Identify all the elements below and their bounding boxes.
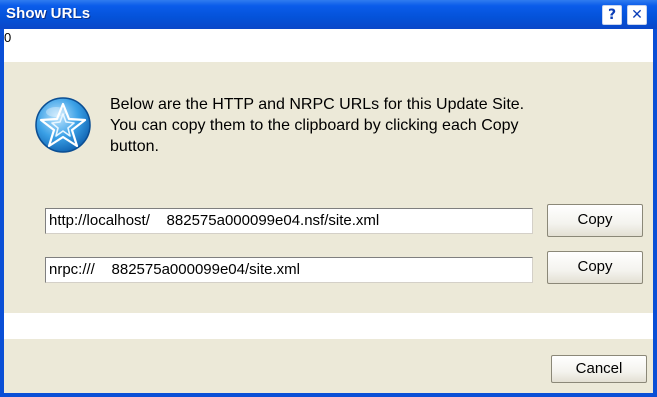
http-url-field[interactable]: http://localhost/ 882575a000099e04.nsf/s… [45,208,533,234]
lotus-notes-star-icon [35,97,91,153]
window-title: Show URLs [6,5,91,22]
message-line-3: button. [110,138,159,155]
nrpc-url-field[interactable]: nrpc:/// 882575a000099e04/site.xml [45,257,533,283]
copy-nrpc-button[interactable]: Copy [547,251,643,284]
help-button[interactable]: ? [602,5,622,25]
bottom-strip [4,313,653,339]
close-icon: ✕ [631,7,643,23]
help-icon: ? [607,7,617,23]
cancel-button[interactable]: Cancel [551,355,647,383]
close-button[interactable]: ✕ [627,5,647,25]
instruction-message: Below are the HTTP and NRPC URLs for thi… [110,94,630,157]
copy-http-button[interactable]: Copy [547,204,643,237]
top-info-strip: 0 [4,29,653,62]
top-strip-value: 0 [4,30,12,45]
message-line-2: You can copy them to the clipboard by cl… [110,117,519,134]
show-urls-dialog: Show URLs ? ✕ 0 Below are the HTTP and N… [0,0,657,397]
title-bar[interactable]: Show URLs ? ✕ [0,0,657,29]
message-line-1: Below are the HTTP and NRPC URLs for thi… [110,96,525,113]
